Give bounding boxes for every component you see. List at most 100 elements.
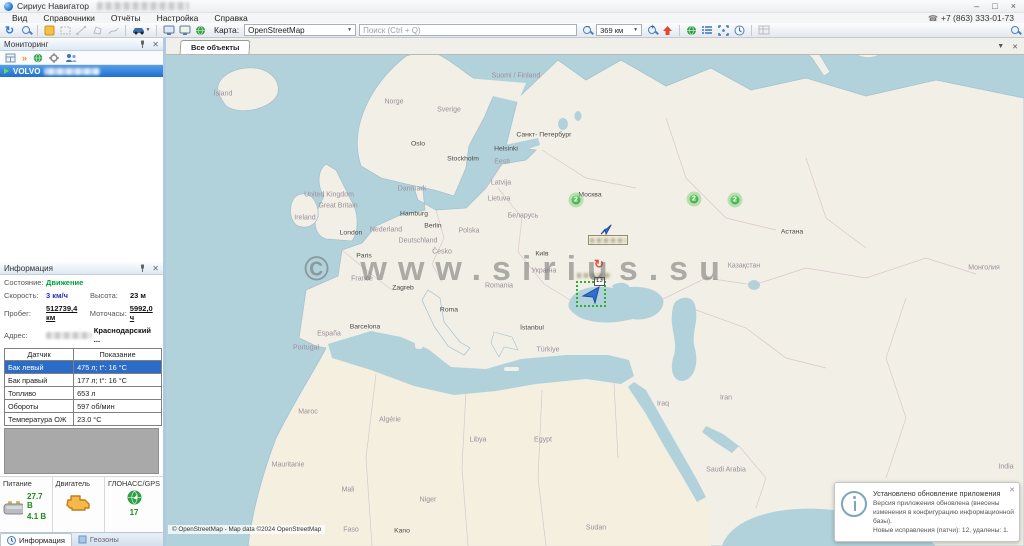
- toolbar-settings-icon[interactable]: [1008, 24, 1021, 36]
- vehicle-label-redacted[interactable]: [588, 235, 628, 245]
- engine-label: Двигатель: [56, 479, 90, 488]
- sidebar-bottom-tabs: Информация Геозоны: [0, 532, 163, 546]
- select-region-icon[interactable]: [43, 24, 56, 36]
- reading-col-header[interactable]: Показание: [74, 349, 162, 361]
- state-value: Движение: [46, 278, 83, 287]
- sensor-cell: 177 л; t°: 16 °C: [74, 374, 162, 387]
- power-gauge: Питание 27.7 В 4.1 В: [0, 477, 53, 532]
- map-provider-select[interactable]: OpenStreetMap ▼: [244, 24, 356, 36]
- address-value: Краснодарский ...: [94, 326, 159, 344]
- sync-icon[interactable]: ↻: [3, 24, 16, 36]
- history-clock-icon[interactable]: [733, 24, 746, 36]
- pin-icon[interactable]: [139, 264, 146, 272]
- home-view-icon[interactable]: [661, 24, 674, 36]
- menu-help[interactable]: Справка: [206, 13, 255, 23]
- show-all-objects-icon[interactable]: [685, 24, 698, 36]
- sensor-row[interactable]: Топливо653 л: [5, 387, 162, 400]
- map-cluster-marker[interactable]: 2: [569, 193, 584, 208]
- telemetry-fields: Состояние: Движение Скорость: 3 км/ч Выс…: [0, 275, 163, 348]
- menu-directories[interactable]: Справочники: [35, 13, 103, 23]
- speed-label: Скорость:: [4, 291, 46, 300]
- zoom-out-icon[interactable]: −: [580, 24, 593, 36]
- sensor-row[interactable]: Обороты597 об/мин: [5, 400, 162, 413]
- voltage-main: 27.7 В: [27, 492, 48, 510]
- gps-globe-icon: [127, 490, 142, 505]
- measure-icon[interactable]: [75, 24, 88, 36]
- map-cluster-marker[interactable]: 2: [687, 192, 702, 207]
- tab-geozones[interactable]: Геозоны: [72, 533, 125, 546]
- sensor-row[interactable]: Бак правый177 л; t°: 16 °C: [5, 374, 162, 387]
- tab-all-objects[interactable]: Все объекты: [180, 40, 251, 54]
- sensor-cell: Топливо: [5, 387, 74, 400]
- zoom-in-icon[interactable]: +: [645, 24, 658, 36]
- gear-icon[interactable]: [49, 53, 59, 63]
- zoom-region-icon[interactable]: [59, 24, 72, 36]
- monitoring-close-icon[interactable]: ✕: [152, 40, 159, 49]
- monitoring-title: Мониторинг: [4, 40, 48, 49]
- menu-reports[interactable]: Отчёты: [103, 13, 149, 23]
- show-on-map-icon[interactable]: [33, 53, 43, 63]
- mileage-label: Пробег:: [4, 309, 46, 318]
- report-table-icon[interactable]: [757, 24, 770, 36]
- info-close-icon[interactable]: ✕: [152, 264, 159, 273]
- map-scale-select[interactable]: 369 км ▼: [596, 24, 642, 36]
- monitoring-panel-header: Мониторинг ✕: [0, 38, 163, 51]
- minimize-button[interactable]: –: [974, 0, 979, 13]
- map-cluster-marker[interactable]: 2: [728, 193, 743, 208]
- polygon-icon[interactable]: [91, 24, 104, 36]
- toolbar: ↻ ▼ Карта: OpenStreetMap ▼ − 369 км ▼ +: [0, 23, 1024, 38]
- tab-list-dropdown-icon[interactable]: ▼: [997, 43, 1004, 51]
- sensor-cell: Температура ОЖ: [5, 413, 74, 426]
- support-phone: ☎ +7 (863) 333-01-73: [928, 13, 1020, 23]
- chevron-down-icon: ▼: [347, 27, 352, 33]
- sensor-col-header[interactable]: Датчик: [5, 349, 74, 361]
- sensor-row[interactable]: Температура ОЖ23.0 °C: [5, 413, 162, 426]
- sensor-cell: 597 об/мин: [74, 400, 162, 413]
- globe-tool-icon[interactable]: [194, 24, 207, 36]
- tab-information[interactable]: Информация: [0, 533, 72, 546]
- add-window-icon[interactable]: [5, 53, 16, 63]
- engine-gauge: Двигатель: [53, 477, 106, 532]
- gps-label: ГЛОНАСС/GPS: [108, 479, 160, 488]
- engine-icon: [64, 492, 92, 512]
- route-icon[interactable]: [107, 24, 120, 36]
- update-notification: Установлено обновление приложения Версия…: [834, 482, 1020, 542]
- engine-hours-value[interactable]: 5992,0 ч: [130, 304, 159, 322]
- follow-object-icon[interactable]: »: [22, 53, 27, 63]
- object-list-icon[interactable]: [701, 24, 714, 36]
- mileage-value[interactable]: 512739,4 км: [46, 304, 84, 322]
- monitoring-list-area[interactable]: [0, 77, 163, 262]
- vehicle-tool-icon[interactable]: ▼: [131, 24, 151, 36]
- fit-bounds-icon[interactable]: [717, 24, 730, 36]
- map-area[interactable]: ÍslandSuomi / FinlandSverigeNorgeOsloSto…: [166, 38, 1024, 546]
- monitor-icon[interactable]: [162, 24, 175, 36]
- monitor-alt-icon[interactable]: [178, 24, 191, 36]
- menu-settings[interactable]: Настройка: [149, 13, 207, 23]
- search-input[interactable]: [359, 24, 577, 36]
- tab-close-icon[interactable]: ✕: [1012, 43, 1018, 51]
- maximize-button[interactable]: □: [992, 0, 997, 13]
- battery-icon: [3, 499, 23, 515]
- info-clock-icon: [7, 536, 16, 545]
- close-button[interactable]: ×: [1011, 0, 1016, 13]
- menu-view[interactable]: Вид: [4, 13, 35, 23]
- address-label: Адрес:: [4, 331, 46, 340]
- notification-close-icon[interactable]: ✕: [1009, 486, 1015, 494]
- search-tool-icon[interactable]: [19, 24, 32, 36]
- moving-status-icon: [4, 68, 9, 74]
- group-objects-icon[interactable]: [65, 53, 77, 63]
- pin-icon[interactable]: [139, 40, 146, 48]
- gps-gauge: ГЛОНАСС/GPS 17: [105, 477, 163, 532]
- sensor-row[interactable]: Бак левый475 л; t°: 16 °C: [5, 361, 162, 374]
- vehicle-arrow-marker[interactable]: [598, 221, 614, 235]
- address-redacted: [46, 332, 92, 339]
- notification-title: Установлено обновление приложения: [873, 489, 1014, 499]
- map-select-label: Карта:: [214, 25, 239, 35]
- sensor-detail-placeholder: [4, 428, 159, 474]
- geozone-icon: [78, 535, 87, 544]
- app-title: Сириус Навигатор: [17, 1, 89, 11]
- power-label: Питание: [3, 479, 32, 488]
- vehicle-row[interactable]: VOLVO: [0, 65, 163, 77]
- altitude-label: Высота:: [90, 291, 130, 300]
- app-window: Сириус Навигатор – □ × Вид Справочники О…: [0, 0, 1024, 546]
